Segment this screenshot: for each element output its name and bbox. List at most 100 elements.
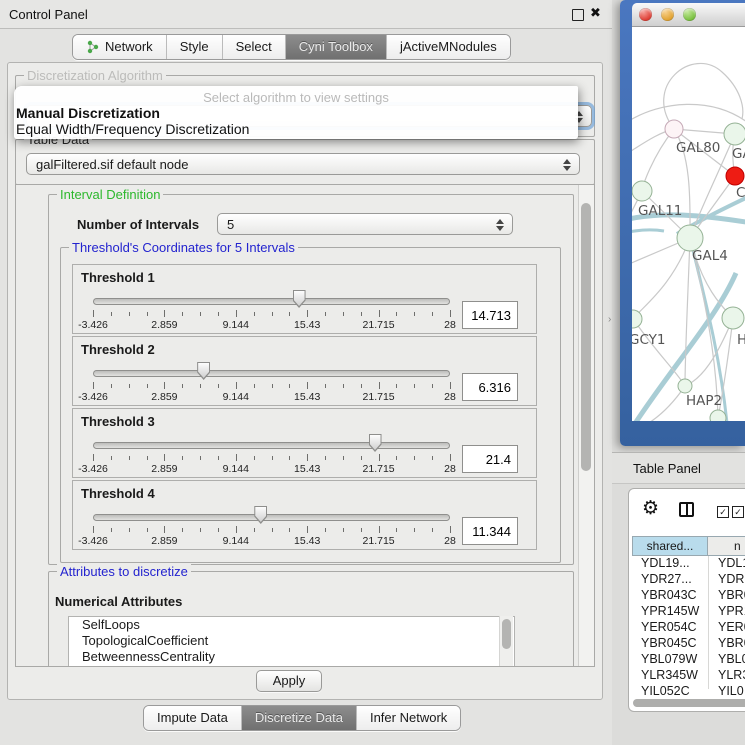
close-traffic-light[interactable] (639, 8, 652, 21)
tab-network[interactable]: Network (73, 35, 167, 59)
threshold-label: Threshold 4 (81, 486, 155, 501)
attribute-list-item[interactable]: SelfLoops (69, 617, 514, 633)
column-header-shared-name[interactable]: shared... (632, 536, 708, 556)
tick-mark (218, 384, 219, 388)
table-row[interactable]: YBL079WYBL0 (632, 652, 745, 668)
tab-infer-network[interactable]: Infer Network (357, 706, 460, 730)
cell-shared-name: YBR045C (641, 636, 697, 650)
tick-label: 2.859 (151, 463, 177, 475)
column-header-name[interactable]: n (708, 536, 745, 556)
table-data-group: Table Data galFiltered.sif default node (15, 139, 595, 185)
network-node[interactable] (724, 123, 745, 145)
table-row[interactable]: YPR145WYPR1 (632, 604, 745, 620)
table-row[interactable]: YBR045C YBR0 (632, 636, 745, 652)
tick-label: 21.715 (363, 391, 395, 403)
table-panel-title: Table Panel (633, 461, 701, 476)
panel-divider-handle[interactable]: › (608, 314, 611, 325)
tick-mark (361, 384, 362, 388)
attributes-list-scrollbar[interactable] (499, 616, 513, 666)
network-canvas[interactable]: GAL80GACGAL11GAL4HGCY1HAP2 (632, 27, 745, 421)
network-node[interactable] (722, 307, 744, 329)
network-window-titlebar[interactable] (632, 3, 745, 27)
gear-icon[interactable]: ⚙ (642, 499, 659, 518)
tick-label: 28 (444, 319, 456, 331)
slider-track[interactable] (93, 370, 450, 377)
numerical-attributes-label: Numerical Attributes (55, 594, 182, 609)
checkbox-icon[interactable]: ✓ (732, 506, 744, 518)
tab-label: Impute Data (157, 706, 228, 730)
table-row[interactable]: YLR345WYLR3 (632, 668, 745, 684)
apply-button[interactable]: Apply (256, 670, 322, 692)
network-node[interactable] (726, 167, 744, 185)
tab-cyni-toolbox[interactable]: Cyni Toolbox (286, 35, 387, 59)
slider-track[interactable] (93, 298, 450, 305)
tab-discretize-data[interactable]: Discretize Data (242, 706, 357, 730)
slider-thumb[interactable] (369, 434, 382, 452)
slider-track[interactable] (93, 442, 450, 449)
tab-style[interactable]: Style (167, 35, 223, 59)
tick-mark (307, 382, 308, 389)
network-view-window: GAL80GACGAL11GAL4HGCY1HAP2 (620, 0, 745, 446)
cyni-toolbox-panel: Discretization Algorithm Table Data galF… (7, 62, 603, 700)
tick-mark (307, 310, 308, 317)
attribute-list-item[interactable]: TopologicalCoefficient (69, 633, 514, 649)
network-node[interactable] (665, 120, 683, 138)
minimize-traffic-light[interactable] (661, 8, 674, 21)
popup-option-manual-discretization[interactable]: Manual Discretization (14, 105, 578, 121)
tick-mark (129, 456, 130, 460)
panel-title: Control Panel (9, 7, 88, 22)
table-row[interactable]: YDL19...YDL1 (632, 556, 745, 572)
slider-thumb[interactable] (293, 290, 306, 308)
cell-name: YPR1 (718, 604, 745, 618)
table-horizontal-scrollbar[interactable] (632, 699, 745, 708)
table-row[interactable]: YER054CYER0 (632, 620, 745, 636)
slider-thumb[interactable] (254, 506, 267, 524)
tab-select[interactable]: Select (223, 35, 286, 59)
scrollbar-thumb[interactable] (581, 203, 591, 471)
threshold-value-input[interactable] (462, 445, 518, 473)
table-data-combobox[interactable]: galFiltered.sif default node (26, 153, 580, 175)
tick-mark (307, 526, 308, 533)
popup-option-equal-width-frequency[interactable]: Equal Width/Frequency Discretization (14, 121, 578, 137)
network-node[interactable] (632, 181, 652, 201)
number-of-intervals-combobox[interactable]: 5 (217, 213, 513, 235)
tab-label: Select (236, 35, 272, 59)
control-panel-titlebar: Control Panel ✖ (0, 0, 612, 29)
tick-mark (129, 312, 130, 316)
network-node[interactable] (710, 410, 726, 421)
threshold-value-input[interactable] (462, 517, 518, 545)
tab-impute-data[interactable]: Impute Data (144, 706, 242, 730)
tick-mark (325, 384, 326, 388)
network-node-label: HAP2 (686, 393, 722, 409)
zoom-traffic-light[interactable] (683, 8, 696, 21)
network-node[interactable] (632, 310, 642, 328)
tick-mark (111, 384, 112, 388)
settings-vertical-scrollbar[interactable] (578, 185, 594, 666)
network-node[interactable] (678, 379, 692, 393)
table-row[interactable]: YBR043CYBR0 (632, 588, 745, 604)
attribute-list-item[interactable]: BetweennessCentrality (69, 649, 514, 665)
group-title: Threshold's Coordinates for 5 Intervals (69, 240, 298, 255)
tick-mark (289, 456, 290, 460)
tick-mark (254, 384, 255, 388)
combo-arrows-icon (496, 219, 504, 231)
threshold-label: Threshold 1 (81, 270, 155, 285)
tab-jactivemnodules[interactable]: jActiveMNodules (387, 35, 510, 59)
threshold-value-input[interactable] (462, 373, 518, 401)
table-row[interactable]: YIL052CYIL0 (632, 684, 745, 699)
tick-mark (343, 528, 344, 532)
numerical-attributes-list[interactable]: SelfLoopsTopologicalCoefficientBetweenne… (68, 616, 515, 666)
tick-mark (272, 312, 273, 316)
tick-mark (450, 454, 451, 461)
checkbox-icon[interactable]: ✓ (717, 506, 729, 518)
float-panel-icon[interactable] (572, 9, 584, 21)
slider-track[interactable] (93, 514, 450, 521)
threshold-value-input[interactable] (462, 301, 518, 329)
cell-name: YBR0 (718, 636, 745, 650)
scrollbar-thumb[interactable] (633, 699, 745, 707)
split-columns-icon[interactable] (679, 502, 694, 517)
close-icon[interactable]: ✖ (590, 5, 601, 21)
slider-thumb[interactable] (197, 362, 210, 380)
table-row[interactable]: YDR27...YDR2 (632, 572, 745, 588)
tick-mark (236, 526, 237, 533)
